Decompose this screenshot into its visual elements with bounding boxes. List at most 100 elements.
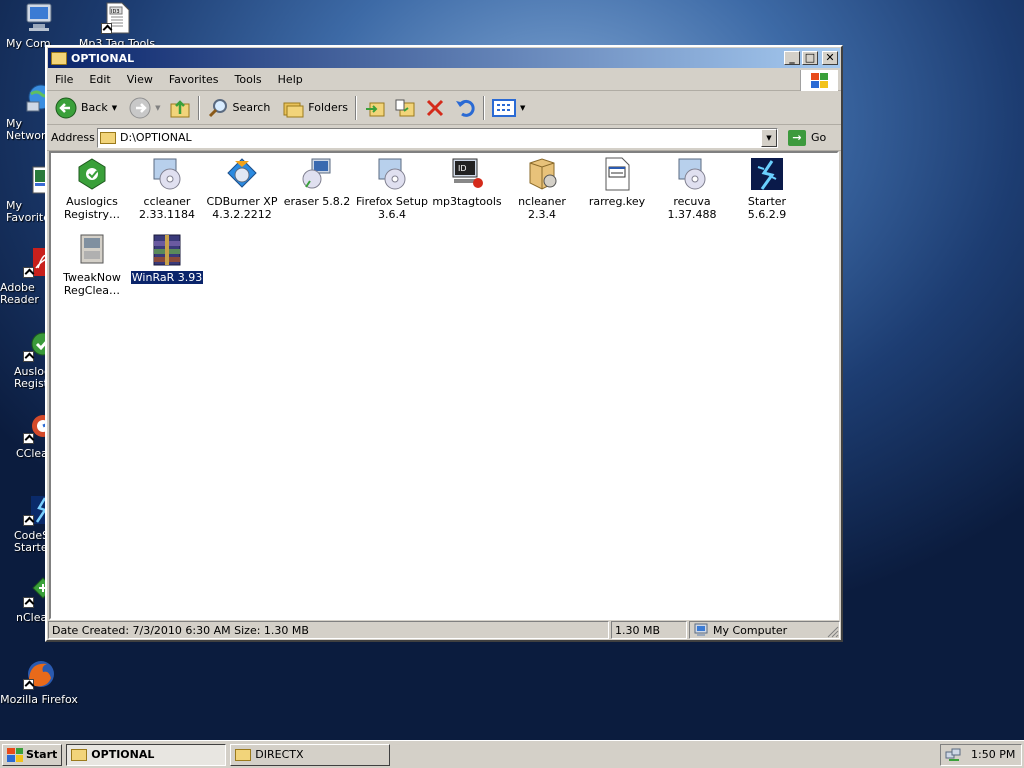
shortcut-arrow-icon [23, 267, 34, 278]
file-item[interactable]: TweakNow RegClea… [55, 233, 129, 297]
status-zone: My Computer [689, 621, 840, 639]
copy-to-icon [395, 99, 415, 116]
status-size: 1.30 MB [611, 621, 687, 639]
my-computer-icon [694, 623, 708, 636]
copy-to-button[interactable] [390, 94, 420, 122]
file-item[interactable]: rarreg.key [580, 157, 654, 208]
clock[interactable]: 1:50 PM [971, 748, 1015, 761]
file-item[interactable]: Auslogics Registry… [55, 157, 129, 221]
close-button[interactable]: ✕ [822, 51, 838, 65]
network-tray-icon[interactable] [945, 748, 961, 762]
file-item[interactable]: ID mp3tagtools [430, 157, 504, 208]
shortcut-arrow-icon [101, 23, 112, 34]
address-value: D:\OPTIONAL [120, 131, 192, 144]
address-label: Address [51, 131, 95, 144]
toolbar-separator [197, 95, 200, 120]
installer-cd-icon [375, 157, 409, 191]
move-to-button[interactable] [360, 94, 390, 122]
search-icon [208, 98, 227, 117]
file-item[interactable]: eraser 5.8.2 [280, 157, 354, 208]
taskbar-item-optional[interactable]: OPTIONAL [66, 743, 227, 766]
menu-tools[interactable]: Tools [227, 73, 270, 86]
window-titlebar[interactable]: OPTIONAL _ □ ✕ [48, 48, 840, 68]
cdburner-icon [225, 157, 259, 191]
explorer-window: OPTIONAL _ □ ✕ File Edit View Favorites … [45, 45, 843, 642]
search-button[interactable]: Search [203, 94, 275, 122]
menu-favorites[interactable]: Favorites [161, 73, 227, 86]
views-button[interactable]: ▼ [488, 94, 529, 122]
file-item[interactable]: Starter 5.6.2.9 [730, 157, 804, 221]
desktop-icon-mozilla-firefox[interactable]: Mozilla Firefox [0, 658, 78, 706]
file-item[interactable]: ncleaner 2.3.4 [505, 157, 579, 221]
chevron-down-icon[interactable]: ▼ [520, 104, 525, 112]
file-list-view[interactable]: Auslogics Registry… ccleaner 2.33.1184 CDB… [49, 151, 839, 620]
folder-icon [71, 748, 88, 761]
shortcut-arrow-icon [23, 515, 34, 526]
shortcut-arrow-icon [23, 597, 34, 608]
shortcut-arrow-icon [23, 679, 34, 690]
start-button[interactable]: Start [2, 743, 63, 766]
installer-cd-icon [150, 157, 184, 191]
file-item[interactable]: CDBurner XP 4.3.2.2212 [205, 157, 279, 221]
back-arrow-icon [55, 97, 77, 118]
menu-edit[interactable]: Edit [81, 73, 118, 86]
up-folder-icon [170, 99, 189, 117]
delete-button[interactable] [420, 94, 450, 122]
ncleaner-box-icon [525, 157, 559, 191]
address-input[interactable]: D:\OPTIONAL ▼ [97, 127, 778, 148]
file-item[interactable]: Firefox Setup 3.6.4 [355, 157, 429, 221]
window-title: OPTIONAL [71, 51, 135, 65]
shortcut-arrow-icon [23, 433, 34, 444]
status-bar: Date Created: 7/3/2010 6:30 AM Size: 1.3… [47, 620, 841, 640]
chevron-down-icon[interactable]: ▼ [155, 104, 160, 112]
windows-logo-icon [800, 70, 838, 91]
resize-grip-icon[interactable] [827, 626, 839, 638]
status-info: Date Created: 7/3/2010 6:30 AM Size: 1.3… [48, 621, 609, 639]
file-item-selected[interactable]: WinRaR 3.93 [129, 233, 205, 285]
views-icon [492, 98, 517, 117]
file-item[interactable]: ccleaner 2.33.1184 [130, 157, 204, 221]
system-tray: 1:50 PM [940, 743, 1022, 766]
svg-text:ID3: ID3 [111, 9, 120, 15]
go-button[interactable]: → Go [784, 128, 830, 148]
folder-icon [51, 51, 67, 65]
undo-button[interactable] [450, 94, 480, 122]
desktop-icon-my-computer[interactable]: My Computer [0, 2, 78, 50]
back-button[interactable]: Back ▼ [51, 94, 121, 122]
chevron-down-icon[interactable]: ▼ [112, 104, 117, 112]
taskbar: Start OPTIONAL DIRECTX 1:50 PM [0, 740, 1024, 768]
windows-flag-icon [7, 747, 23, 762]
toolbar-separator [355, 95, 358, 120]
undo-icon [456, 99, 475, 117]
tweaknow-icon [75, 233, 109, 267]
folder-icon [100, 131, 116, 144]
firefox-icon [23, 658, 55, 690]
minimize-button[interactable]: _ [784, 51, 800, 65]
forward-arrow-icon [129, 97, 151, 118]
menu-help[interactable]: Help [270, 73, 311, 86]
my-computer-icon [23, 2, 55, 34]
forward-button[interactable]: ▼ [125, 94, 164, 122]
desktop-icon-mp3-tag-tools[interactable]: ID3 Mp3 Tag Tools [78, 2, 156, 50]
maximize-button[interactable]: □ [802, 51, 818, 65]
taskbar-item-directx[interactable]: DIRECTX [230, 743, 391, 766]
file-item[interactable]: recuva 1.37.488 [655, 157, 729, 221]
eraser-setup-icon [300, 157, 334, 191]
up-folder-button[interactable] [165, 94, 195, 122]
folder-icon [235, 748, 252, 761]
menu-view[interactable]: View [119, 73, 161, 86]
installer-cd-icon [675, 157, 709, 191]
mp3-file-icon: ID3 [101, 2, 133, 34]
folders-button[interactable]: Folders [278, 94, 352, 122]
move-to-icon [366, 102, 385, 116]
menu-file[interactable]: File [47, 73, 81, 86]
mp3tagtools-icon: ID [450, 157, 484, 191]
folders-icon [283, 102, 304, 117]
delete-x-icon [426, 99, 444, 116]
menu-bar: File Edit View Favorites Tools Help [47, 69, 841, 91]
standard-toolbar: Back ▼ ▼ Search Folders ▼ [47, 91, 841, 125]
starter-icon [750, 157, 784, 191]
address-dropdown-icon[interactable]: ▼ [761, 128, 777, 147]
go-arrow-icon: → [788, 129, 806, 146]
address-bar: Address D:\OPTIONAL ▼ → Go [47, 125, 841, 151]
